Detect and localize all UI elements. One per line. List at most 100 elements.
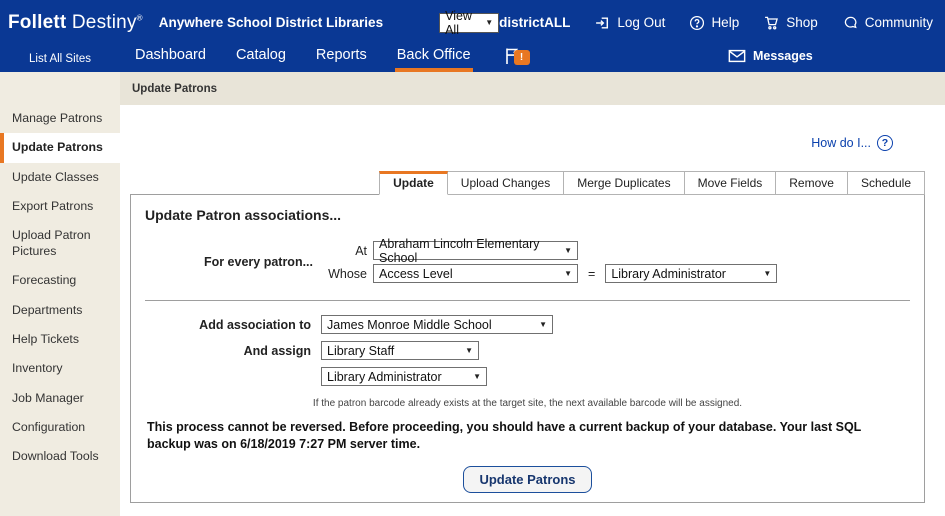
chevron-down-icon: ▼ — [465, 346, 473, 355]
nav-back-office[interactable]: Back Office — [395, 45, 473, 72]
section-divider — [145, 300, 910, 301]
backup-warning: This process cannot be reversed. Before … — [147, 419, 908, 453]
for-every-patron-row: For every patron... At Abraham Lincoln E… — [145, 237, 910, 287]
help-icon — [689, 15, 705, 31]
community-button[interactable]: Community — [842, 15, 933, 31]
button-row: Update Patrons — [145, 466, 910, 493]
whose-label: Whose — [321, 267, 367, 281]
whose-field-select[interactable]: Access Level ▼ — [373, 264, 578, 283]
at-school-select-value: Abraham Lincoln Elementary School — [379, 237, 556, 265]
sidebar-item-manage-patrons[interactable]: Manage Patrons — [0, 104, 120, 133]
sidebar-item-forecasting[interactable]: Forecasting — [0, 266, 120, 295]
logout-label: Log Out — [617, 15, 665, 30]
alert-badge: ! — [514, 50, 530, 65]
registered-mark: ® — [137, 13, 143, 22]
list-all-sites-link[interactable]: List All Sites — [0, 45, 120, 72]
for-every-patron-label: For every patron... — [145, 255, 321, 269]
shop-label: Shop — [786, 15, 818, 30]
chevron-down-icon: ▼ — [473, 372, 481, 381]
messages-label: Messages — [753, 49, 813, 63]
envelope-icon — [728, 49, 746, 63]
nav-catalog[interactable]: Catalog — [234, 45, 288, 72]
update-patrons-button[interactable]: Update Patrons — [463, 466, 591, 493]
notification-flag-button[interactable]: ! — [503, 46, 523, 71]
header-actions: districtALL Log Out Help Shop — [499, 15, 933, 31]
sidebar-item-upload-patron-pictures[interactable]: Upload Patron Pictures — [0, 221, 120, 266]
target-school-select[interactable]: James Monroe Middle School ▼ — [321, 315, 553, 334]
whose-value-select-value: Library Administrator — [611, 267, 726, 281]
chevron-down-icon: ▼ — [564, 269, 572, 278]
sidebar-item-job-manager[interactable]: Job Manager — [0, 384, 120, 413]
sidebar-item-configuration[interactable]: Configuration — [0, 413, 120, 442]
equals-sign: = — [588, 267, 595, 281]
shop-button[interactable]: Shop — [763, 15, 818, 31]
logout-icon — [594, 15, 611, 31]
panel-heading: Update Patron associations... — [145, 207, 910, 223]
assign-patron-type-select-value: Library Staff — [327, 344, 394, 358]
chevron-down-icon: ▼ — [485, 18, 493, 27]
breadcrumb: Update Patrons — [120, 72, 945, 105]
sidebar: Manage Patrons Update Patrons Update Cla… — [0, 72, 120, 516]
target-school-select-value: James Monroe Middle School — [327, 318, 492, 332]
at-label: At — [321, 244, 367, 258]
sidebar-item-download-tools[interactable]: Download Tools — [0, 442, 120, 471]
tab-update[interactable]: Update — [379, 171, 448, 195]
criteria-fields: At Abraham Lincoln Elementary School ▼ W… — [321, 237, 777, 287]
page-body: Manage Patrons Update Patrons Update Cla… — [0, 72, 945, 516]
add-association-label: Add association to — [145, 318, 321, 332]
top-header: Follett Destiny® Anywhere School Distric… — [0, 0, 945, 72]
sidebar-item-update-classes[interactable]: Update Classes — [0, 163, 120, 192]
assign-access-level-select-value: Library Administrator — [327, 370, 442, 384]
district-title: Anywhere School District Libraries — [159, 15, 383, 30]
at-school-select[interactable]: Abraham Lincoln Elementary School ▼ — [373, 241, 578, 260]
main-nav: Dashboard Catalog Reports Back Office — [133, 45, 473, 72]
add-association-row: Add association to James Monroe Middle S… — [145, 315, 910, 334]
whose-field-line: Whose Access Level ▼ = Library Administr… — [321, 264, 777, 283]
follett-destiny-logo[interactable]: Follett Destiny® — [8, 12, 143, 34]
question-circle-icon[interactable]: ? — [877, 135, 893, 151]
logo-follett: Follett — [8, 12, 66, 33]
assign-patron-type-select[interactable]: Library Staff ▼ — [321, 341, 479, 360]
whose-field-select-value: Access Level — [379, 267, 453, 281]
nav-reports[interactable]: Reports — [314, 45, 369, 72]
logo-destiny: Destiny — [72, 12, 137, 33]
whose-value-select[interactable]: Library Administrator ▼ — [605, 264, 777, 283]
tab-upload-changes[interactable]: Upload Changes — [448, 171, 564, 195]
nav-dashboard[interactable]: Dashboard — [133, 45, 208, 72]
assign-access-level-select[interactable]: Library Administrator ▼ — [321, 367, 487, 386]
tab-move-fields[interactable]: Move Fields — [685, 171, 777, 195]
header-row-nav: List All Sites Dashboard Catalog Reports… — [0, 45, 945, 72]
at-field-line: At Abraham Lincoln Elementary School ▼ — [321, 241, 777, 260]
and-assign-row: And assign Library Staff ▼ — [145, 341, 910, 360]
logout-button[interactable]: Log Out — [594, 15, 665, 31]
tab-remove[interactable]: Remove — [776, 171, 848, 195]
logged-in-user: districtALL — [499, 15, 570, 30]
chevron-down-icon: ▼ — [564, 246, 572, 255]
view-select-value: View All — [445, 9, 485, 37]
tab-merge-duplicates[interactable]: Merge Duplicates — [564, 171, 684, 195]
sidebar-item-update-patrons[interactable]: Update Patrons — [0, 133, 120, 162]
sidebar-item-export-patrons[interactable]: Export Patrons — [0, 192, 120, 221]
how-do-i-row: How do I... ? — [120, 135, 945, 151]
chevron-down-icon: ▼ — [539, 320, 547, 329]
help-label: Help — [711, 15, 739, 30]
chevron-down-icon: ▼ — [763, 269, 771, 278]
main-content: Update Patrons How do I... ? Update Uplo… — [120, 72, 945, 516]
sidebar-item-help-tickets[interactable]: Help Tickets — [0, 325, 120, 354]
tab-schedule[interactable]: Schedule — [848, 171, 925, 195]
update-panel: Update Patron associations... For every … — [130, 194, 925, 503]
barcode-note: If the patron barcode already exists at … — [145, 398, 910, 409]
sidebar-item-departments[interactable]: Departments — [0, 296, 120, 325]
view-site-select[interactable]: View All ▼ — [439, 13, 499, 33]
header-row-primary: Follett Destiny® Anywhere School Distric… — [0, 0, 945, 45]
community-icon — [842, 15, 859, 31]
cart-icon — [763, 15, 780, 31]
messages-button[interactable]: Messages — [728, 49, 813, 63]
assign-access-level-row: Library Administrator ▼ — [145, 367, 910, 386]
how-do-i-link[interactable]: How do I... — [811, 136, 871, 150]
and-assign-label: And assign — [145, 344, 321, 358]
community-label: Community — [865, 15, 933, 30]
help-button[interactable]: Help — [689, 15, 739, 31]
tab-bar: Update Upload Changes Merge Duplicates M… — [120, 171, 925, 195]
sidebar-item-inventory[interactable]: Inventory — [0, 354, 120, 383]
